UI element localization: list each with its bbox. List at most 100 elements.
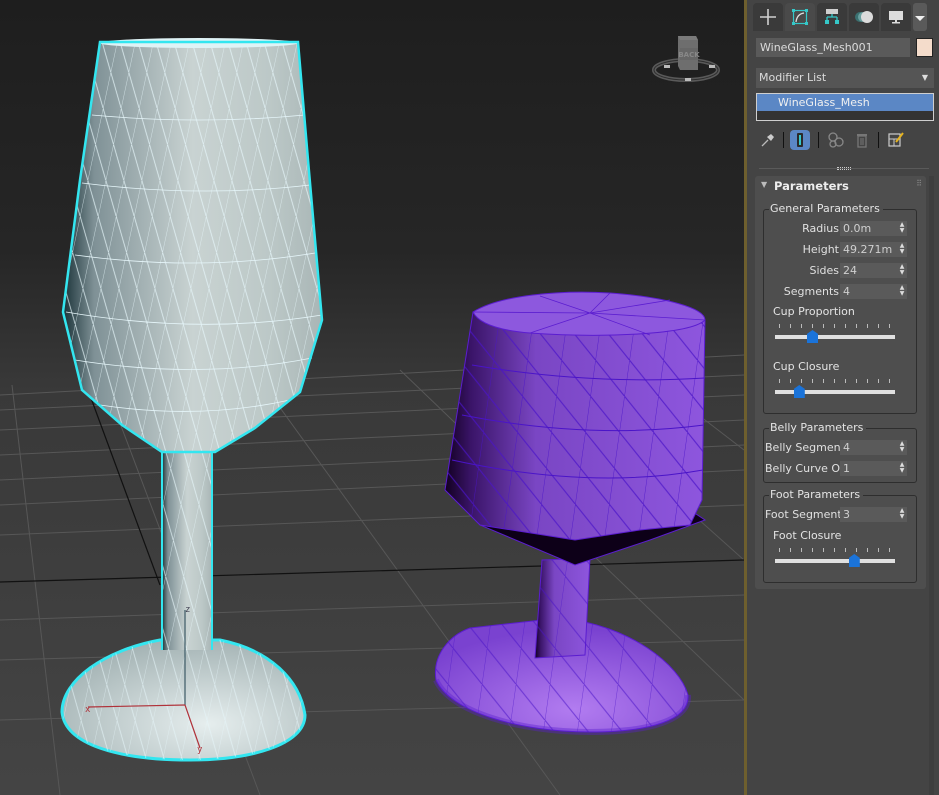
perspective-viewport[interactable]: z x y BACK [0, 0, 744, 795]
slider-tick [823, 379, 824, 383]
slider-tick [856, 548, 857, 552]
rollout-grip-icon[interactable]: ⠿ [916, 179, 922, 188]
slider-track[interactable] [775, 335, 895, 339]
tab-hierarchy[interactable] [817, 3, 847, 31]
slider-tick [856, 379, 857, 383]
configure-modifier-sets-button[interactable] [886, 130, 906, 150]
modifier-stack-item[interactable]: WineGlass_Mesh [757, 94, 933, 111]
sides-spinner[interactable]: 24 ▲ ▼ [840, 263, 907, 278]
make-unique-button[interactable] [826, 130, 846, 150]
radius-spinner[interactable]: 0.0m ▲ ▼ [840, 221, 907, 236]
pin-icon [761, 134, 774, 147]
slider-tick [834, 324, 835, 328]
sides-row: Sides 24 ▲ ▼ [764, 263, 916, 279]
slider-tick [812, 548, 813, 552]
modifier-list-dropdown[interactable]: Modifier List ▼ [756, 68, 934, 88]
object-color-swatch[interactable] [916, 38, 933, 57]
cup-closure-label: Cup Closure [773, 360, 840, 373]
axis-label-z: z [185, 605, 190, 615]
height-row: Height 49.271m ▲ ▼ [764, 242, 916, 258]
slider-tick [779, 379, 780, 383]
tab-create[interactable] [753, 3, 783, 31]
show-end-result-icon [797, 133, 803, 147]
segments-label: Segments [783, 285, 839, 298]
slider-track[interactable] [775, 390, 895, 394]
spinner-arrows-icon[interactable]: ▲ ▼ [899, 243, 905, 256]
axis-label-y: y [197, 745, 203, 755]
modifier-stack[interactable]: WineGlass_Mesh [756, 93, 934, 121]
foot-segments-label: Foot Segments [765, 508, 848, 521]
make-unique-icon [828, 132, 844, 148]
slider-tick [823, 548, 824, 552]
command-panel-tabs [753, 3, 927, 33]
slider-thumb[interactable] [848, 554, 860, 567]
slider-thumb[interactable] [807, 330, 818, 343]
command-panel: WineGlass_Mesh001 Modifier List ▼ WineGl… [747, 0, 939, 795]
spinner-arrows-icon[interactable]: ▲ ▼ [899, 264, 905, 277]
slider-tick [801, 324, 802, 328]
slider-track[interactable] [775, 559, 895, 563]
divider-grip-handle[interactable] [837, 167, 851, 170]
sides-label: Sides [809, 264, 839, 277]
slider-tick [889, 379, 890, 383]
tab-modify[interactable] [785, 3, 815, 31]
segments-value: 4 [843, 285, 850, 298]
spinner-arrows-icon[interactable]: ▲ ▼ [899, 222, 905, 235]
height-value: 49.271m [843, 243, 893, 256]
foot-parameters-group: Foot Parameters Foot Segments 3 ▲ ▼ Foot … [763, 488, 917, 583]
tab-motion[interactable] [849, 3, 879, 31]
slider-thumb[interactable] [793, 385, 805, 398]
belly-segments-value: 4 [843, 441, 850, 454]
plus-icon [760, 9, 776, 25]
viewcube[interactable]: BACK [650, 30, 730, 86]
height-spinner[interactable]: 49.271m ▲ ▼ [840, 242, 907, 257]
hierarchy-icon [825, 9, 839, 24]
show-end-result-button[interactable] [790, 130, 810, 150]
slider-tick [834, 379, 835, 383]
cup-proportion-slider[interactable] [774, 324, 896, 343]
spinner-arrows-icon[interactable]: ▲ ▼ [899, 285, 905, 298]
slider-tick [845, 379, 846, 383]
foot-segments-spinner[interactable]: 3 ▲ ▼ [840, 507, 907, 522]
parameters-rollout: ▼ Parameters ⠿ General Parameters Radius… [755, 176, 926, 589]
belly-segments-label: Belly Segments [765, 441, 851, 454]
cup-proportion-label: Cup Proportion [773, 305, 855, 318]
height-label: Height [802, 243, 839, 256]
slider-ticks [779, 379, 890, 384]
segments-row: Segments 4 ▲ ▼ [764, 284, 916, 300]
slider-tick [856, 324, 857, 328]
object-name-field[interactable]: WineGlass_Mesh001 [756, 38, 910, 57]
segments-spinner[interactable]: 4 ▲ ▼ [840, 284, 907, 299]
pin-stack-button[interactable] [758, 130, 778, 150]
rollout-title: Parameters [774, 179, 849, 193]
wineglass-unselected [433, 291, 707, 736]
foot-closure-label: Foot Closure [773, 529, 842, 542]
parameters-rollout-header[interactable]: ▼ Parameters ⠿ [755, 176, 926, 196]
belly-parameters-title: Belly Parameters [769, 421, 867, 434]
tab-utilities-overflow[interactable] [913, 3, 927, 31]
belly-curve-spinner[interactable]: 1 ▲ ▼ [840, 461, 907, 476]
belly-segments-spinner[interactable]: 4 ▲ ▼ [840, 440, 907, 455]
cup-closure-slider[interactable] [774, 379, 896, 398]
slider-tick [878, 324, 879, 328]
slider-tick [790, 548, 791, 552]
modifier-list-label: Modifier List [759, 71, 827, 84]
panel-scrollbar[interactable] [929, 176, 934, 795]
slider-tick [845, 324, 846, 328]
slider-tick [889, 548, 890, 552]
slider-tick [779, 548, 780, 552]
spinner-arrows-icon[interactable]: ▲ ▼ [899, 462, 905, 475]
tab-display[interactable] [881, 3, 911, 31]
slider-tick [801, 379, 802, 383]
spinner-arrows-icon[interactable]: ▲ ▼ [899, 508, 905, 521]
spinner-arrows-icon[interactable]: ▲ ▼ [899, 441, 905, 454]
belly-curve-value: 1 [843, 462, 850, 475]
foot-closure-slider[interactable] [774, 548, 896, 567]
radius-value: 0.0m [843, 222, 872, 235]
slider-tick [812, 379, 813, 383]
slider-tick [867, 548, 868, 552]
belly-curve-label: Belly Curve On [765, 462, 848, 475]
sides-value: 24 [843, 264, 857, 277]
remove-modifier-button[interactable] [852, 130, 872, 150]
general-parameters-title: General Parameters [769, 202, 883, 215]
